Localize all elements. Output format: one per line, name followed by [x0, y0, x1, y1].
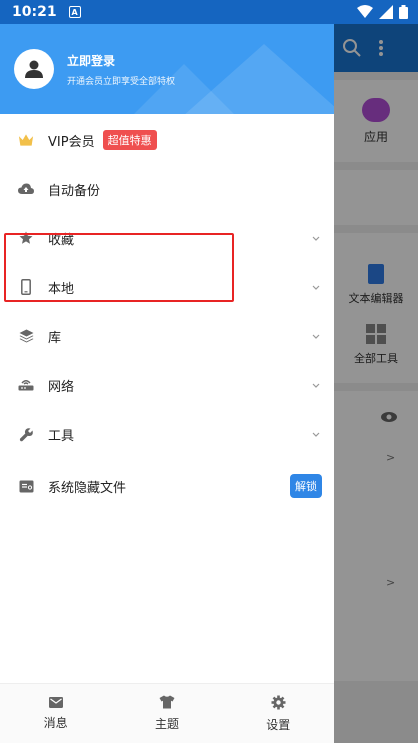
chevron-down-icon [310, 383, 322, 388]
user-info[interactable]: 立即登录 开通会员立即享受全部特权 [67, 52, 175, 87]
tab-theme[interactable]: 主题 [127, 695, 207, 732]
person-icon [25, 60, 43, 78]
crown-icon [18, 132, 34, 148]
navigation-drawer: 立即登录 开通会员立即享受全部特权 VIP会员 超值特惠 自动备份 收藏 本地 … [0, 24, 334, 743]
tab-settings[interactable]: 设置 [238, 695, 318, 733]
menu-label: VIP会员 [48, 134, 95, 150]
mail-icon [48, 696, 63, 708]
wifi-icon [357, 5, 373, 18]
highlight-box [4, 233, 234, 302]
promo-badge: 超值特惠 [102, 130, 157, 150]
status-time: 10:21 [12, 4, 57, 20]
status-bar: 10:21 A [0, 0, 418, 24]
menu-label: 工具 [48, 428, 75, 444]
menu-item-auto-backup[interactable]: 自动备份 [0, 169, 334, 209]
tab-messages[interactable]: 消息 [16, 696, 96, 731]
unlock-button[interactable]: 解锁 [290, 474, 322, 498]
avatar[interactable] [14, 49, 54, 89]
drawer-menu: VIP会员 超值特惠 自动备份 收藏 本地 库 网络 工具 系统隐藏文件 解锁 [0, 114, 334, 683]
notification-a-icon: A [68, 6, 81, 18]
login-subtitle: 开通会员立即享受全部特权 [67, 76, 176, 87]
tab-label: 主题 [154, 717, 179, 731]
chevron-down-icon [310, 236, 322, 241]
menu-item-library[interactable]: 库 [0, 316, 334, 356]
chevron-down-icon [310, 432, 322, 437]
menu-item-hidden-files[interactable]: 系统隐藏文件 解锁 [0, 466, 334, 506]
signal-icon [379, 5, 393, 19]
gear-icon [271, 695, 286, 709]
cloud-icon [18, 181, 34, 197]
menu-label: 自动备份 [48, 183, 101, 199]
tab-label: 消息 [43, 715, 68, 730]
tab-label: 设置 [266, 717, 291, 732]
chevron-down-icon [310, 285, 322, 290]
chevron-down-icon [310, 334, 322, 339]
router-icon [18, 377, 34, 393]
menu-item-network[interactable]: 网络 [0, 365, 334, 405]
layers-icon [18, 328, 34, 344]
scrim-overlay[interactable] [334, 24, 418, 743]
drawer-bottom-bar: 消息 主题 设置 [0, 683, 334, 743]
drawer-header[interactable]: 立即登录 开通会员立即享受全部特权 [0, 24, 334, 114]
menu-label: 库 [48, 330, 62, 346]
menu-label: 系统隐藏文件 [48, 480, 127, 496]
hidden-file-icon [18, 478, 34, 494]
wrench-icon [18, 426, 34, 442]
menu-label: 网络 [48, 379, 75, 395]
battery-icon [399, 5, 408, 19]
shirt-icon [159, 695, 175, 709]
menu-item-tools[interactable]: 工具 [0, 414, 334, 454]
login-link[interactable]: 立即登录 [67, 52, 175, 69]
menu-item-vip[interactable]: VIP会员 超值特惠 [0, 120, 334, 160]
